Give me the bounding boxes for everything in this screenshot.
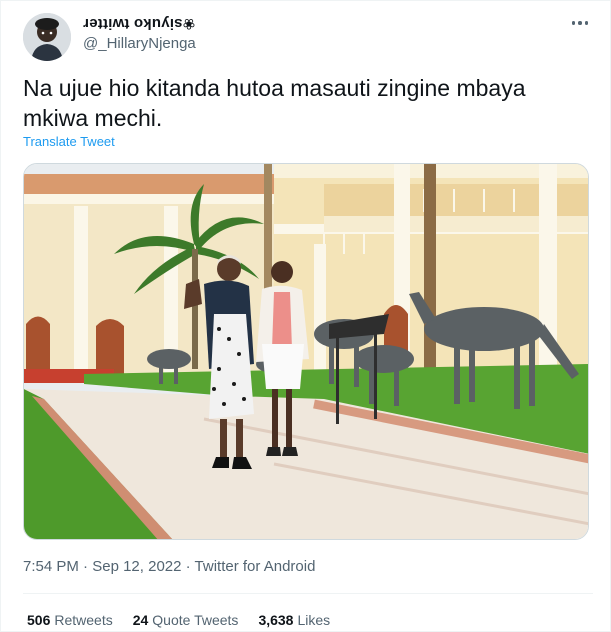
tweet-source[interactable]: Twitter for Android <box>195 558 316 575</box>
quote-tweets-label: Quote Tweets <box>152 612 239 628</box>
retweets-label: Retweets <box>54 612 113 628</box>
tweet-metadata: 7:54 PM · Sep 12, 2022 · Twitter for And… <box>23 558 315 575</box>
likes-label: Likes <box>297 612 331 628</box>
avatar-photo-icon <box>23 13 71 61</box>
quote-tweets-stat[interactable]: 24 Quote Tweets <box>133 612 239 628</box>
tweet-card: ❀siyuko twitter @_HillaryNjenga Na ujue … <box>0 0 611 632</box>
tweet-date[interactable]: Sep 12, 2022 <box>92 558 181 575</box>
more-dots-icon[interactable] <box>567 13 593 33</box>
dot <box>578 21 582 25</box>
engagement-stats: 506 Retweets 24 Quote Tweets 3,638 Likes <box>27 612 330 628</box>
translate-tweet-link[interactable]: Translate Tweet <box>23 134 115 149</box>
tweet-text: Na ujue hio kitanda hutoa masauti zingin… <box>23 75 526 131</box>
likes-stat[interactable]: 3,638 Likes <box>258 612 330 628</box>
display-name[interactable]: ❀siyuko twitter <box>83 15 195 33</box>
tweet-time[interactable]: 7:54 PM <box>23 558 79 575</box>
meta-separator: · <box>78 558 93 575</box>
user-handle[interactable]: @_HillaryNjenga <box>83 35 196 52</box>
meta-separator: · <box>181 558 195 575</box>
divider <box>23 593 593 594</box>
dot <box>584 21 589 25</box>
dot <box>571 21 576 25</box>
retweets-count: 506 <box>27 612 51 628</box>
retweets-stat[interactable]: 506 Retweets <box>27 612 113 628</box>
photo-two-women-walking-courtyard-icon <box>24 164 588 539</box>
likes-count: 3,638 <box>258 612 294 628</box>
tweet-photo[interactable] <box>23 163 589 540</box>
avatar[interactable] <box>23 13 71 61</box>
quote-tweets-count: 24 <box>132 612 149 628</box>
